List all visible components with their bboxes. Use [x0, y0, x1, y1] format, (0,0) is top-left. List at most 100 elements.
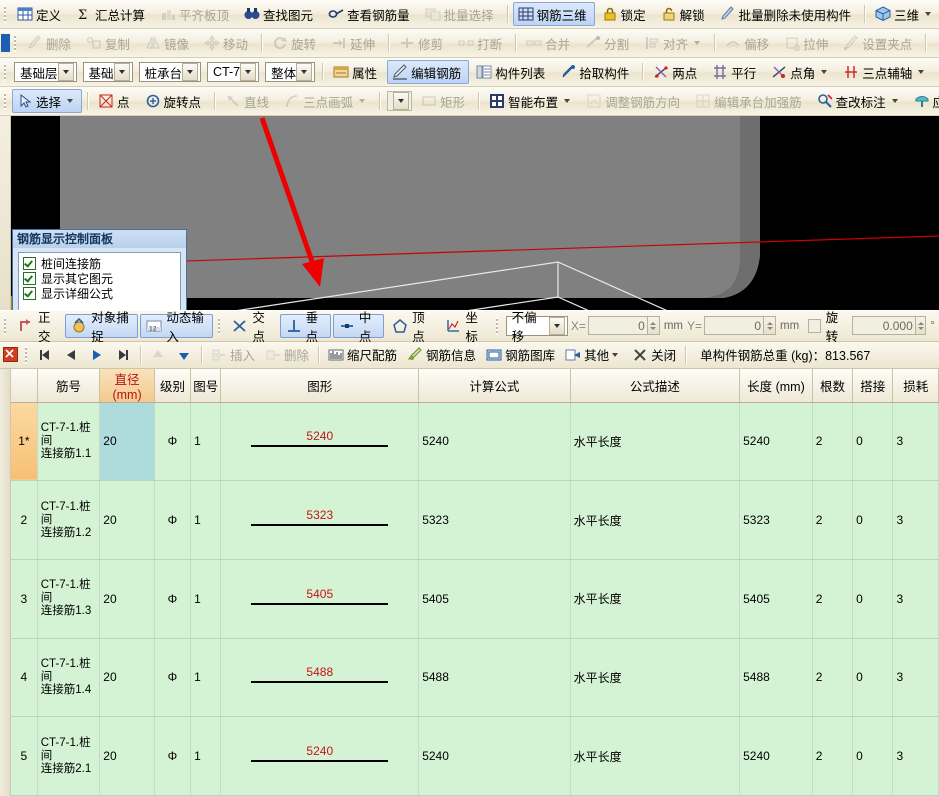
查找图元-button[interactable]: 查找图元 [239, 2, 321, 26]
figure-number-cell[interactable]: 1 [190, 716, 222, 796]
combo-draw-option[interactable] [387, 91, 413, 111]
grade-cell[interactable]: Φ [154, 559, 192, 639]
first-record-icon-button[interactable] [33, 345, 57, 365]
chevron-down-icon[interactable] [57, 63, 74, 81]
lap-cell[interactable]: 0 [852, 559, 894, 639]
toolbar-gripper[interactable] [3, 5, 8, 23]
三维-button[interactable]: 三维 [870, 2, 939, 26]
删-button[interactable]: 删 [935, 60, 939, 84]
其他-button[interactable]: 其他 [561, 345, 626, 365]
next-record-icon-button[interactable] [85, 345, 109, 365]
chevron-down-icon[interactable] [113, 63, 130, 81]
钢筋图库-button[interactable]: 钢筋图库 [482, 345, 559, 365]
combo-component-type[interactable]: 桩承台 [138, 62, 202, 82]
column-header-count[interactable]: 根数 [812, 368, 854, 403]
column-header-grade[interactable]: 级别 [154, 368, 192, 403]
length-cell[interactable]: 5323 [739, 480, 813, 560]
grade-cell[interactable]: Φ [154, 402, 192, 482]
chevron-down-icon[interactable] [296, 63, 313, 81]
两点-button[interactable]: 两点 [648, 60, 705, 84]
shape-cell[interactable]: 5488 [220, 638, 420, 718]
平行-button[interactable]: 平行 [707, 60, 764, 84]
formula-description-cell[interactable]: 水平长度 [570, 480, 741, 560]
toolbar-gripper[interactable] [494, 316, 500, 335]
table-body[interactable]: 1* CT-7-1.桩间 连接筋1.1 20 Φ 1 5240 5240 水平长度 5240 2 0 3… [11, 402, 939, 796]
chevron-down-icon[interactable] [612, 352, 619, 357]
定义-button[interactable]: 定义 [12, 2, 69, 26]
钢筋信息-button[interactable]: 钢筋信息 [403, 345, 480, 365]
snap-toggle-正交[interactable]: 正交 [12, 311, 63, 344]
snap-toggle-中点[interactable]: 中点 [332, 311, 385, 344]
y-offset-stepper[interactable] [764, 316, 777, 335]
figure-number-cell[interactable]: 1 [190, 638, 222, 718]
shape-cell[interactable]: 5405 [220, 559, 420, 639]
combo-level[interactable]: 基础层 [14, 62, 77, 82]
rebar-name-cell[interactable]: CT-7-1.桩间 连接筋1.2 [37, 480, 101, 560]
rebar-name-cell[interactable]: CT-7-1.桩间 连接筋1.3 [37, 559, 101, 639]
column-header-figno[interactable]: 图号 [190, 368, 222, 403]
rebar-display-control-panel[interactable]: 钢筋显示控制面板 桩间连接筋 显示其它图元 显示详细公式 [12, 229, 187, 310]
查看钢筋量-button[interactable]: 查看钢筋量 [323, 2, 418, 26]
chevron-down-icon[interactable] [564, 99, 571, 103]
length-cell[interactable]: 5240 [739, 716, 813, 796]
lap-cell[interactable]: 0 [852, 716, 894, 796]
rebar-name-cell[interactable]: CT-7-1.桩间 连接筋1.1 [37, 402, 101, 482]
formula-cell[interactable]: 5405 [418, 559, 571, 639]
rotate-stepper[interactable] [915, 316, 927, 335]
chevron-down-icon[interactable] [918, 70, 925, 74]
chevron-down-icon[interactable] [240, 63, 257, 81]
chevron-down-icon[interactable] [694, 41, 701, 45]
智能布置-button[interactable]: 智能布置 [484, 89, 579, 113]
panel-option-row[interactable]: 显示详细公式 [19, 286, 180, 301]
diameter-cell[interactable]: 20 [99, 402, 155, 482]
rebar-name-cell[interactable]: CT-7-1.桩间 连接筋2.1 [37, 716, 101, 796]
rotate-input[interactable]: 0.000 [852, 316, 916, 335]
formula-description-cell[interactable]: 水平长度 [570, 559, 741, 639]
解锁-button[interactable]: 解锁 [656, 2, 713, 26]
chevron-down-icon[interactable] [891, 99, 898, 103]
diameter-cell[interactable]: 20 [99, 559, 155, 639]
汇总计算-button[interactable]: Σ 汇总计算 [71, 2, 153, 26]
toolbar-gripper[interactable] [13, 34, 18, 52]
toolbar-gripper[interactable] [3, 63, 8, 81]
close-icon[interactable] [3, 347, 18, 362]
formula-description-cell[interactable]: 水平长度 [570, 638, 741, 718]
批量删除未使用构件-button[interactable]: 批量删除未使用构件 [715, 2, 860, 26]
snap-toggle-顶点[interactable]: 顶点 [386, 311, 437, 344]
figure-number-cell[interactable]: 1 [190, 402, 222, 482]
count-cell[interactable]: 2 [812, 402, 854, 482]
旋转点-button[interactable]: 旋转点 [140, 89, 210, 113]
chevron-down-icon[interactable] [925, 12, 932, 16]
figure-number-cell[interactable]: 1 [190, 480, 222, 560]
checkbox-2[interactable] [23, 272, 36, 285]
y-offset-input[interactable]: 0 [704, 316, 765, 335]
点角-button[interactable]: 点角 [766, 60, 836, 84]
snap-toggle-垂点[interactable]: 垂点 [279, 311, 331, 344]
formula-cell[interactable]: 5323 [418, 480, 571, 560]
grade-cell[interactable]: Φ [154, 638, 192, 718]
缩尺配筋-button[interactable]: 缩尺配筋 [324, 345, 401, 365]
chevron-down-icon[interactable] [67, 99, 74, 103]
toolbar-gripper[interactable] [3, 316, 8, 335]
column-header-loss[interactable]: 损耗 [892, 368, 939, 403]
table-row[interactable]: 3 CT-7-1.桩间 连接筋1.3 20 Φ 1 5405 5405 水平长度 5405 2 0 3 [11, 559, 939, 639]
shape-cell[interactable]: 5240 [220, 716, 420, 796]
snap-toggle-交点[interactable]: 交点 [226, 311, 277, 344]
figure-number-cell[interactable]: 1 [190, 559, 222, 639]
grade-cell[interactable]: Φ [154, 480, 192, 560]
formula-cell[interactable]: 5240 [418, 402, 571, 482]
count-cell[interactable]: 2 [812, 638, 854, 718]
length-cell[interactable]: 5240 [739, 402, 813, 482]
formula-cell[interactable]: 5488 [418, 638, 571, 718]
钢筋三维-button[interactable]: 钢筋三维 [512, 2, 595, 26]
table-row[interactable]: 1* CT-7-1.桩间 连接筋1.1 20 Φ 1 5240 5240 水平长度 5240 2 0 3 [11, 402, 939, 482]
三点辅轴-button[interactable]: 三点辅轴 [838, 60, 933, 84]
loss-cell[interactable]: 3 [892, 559, 939, 639]
column-header-name[interactable]: 筋号 [37, 368, 101, 403]
checkbox-3[interactable] [23, 287, 36, 300]
loss-cell[interactable]: 3 [892, 402, 939, 482]
锁定-button[interactable]: 锁定 [597, 2, 654, 26]
x-offset-stepper[interactable] [647, 316, 660, 335]
formula-description-cell[interactable]: 水平长度 [570, 716, 741, 796]
table-row[interactable]: 2 CT-7-1.桩间 连接筋1.2 20 Φ 1 5323 5323 水平长度 5323 2 0 3 [11, 480, 939, 560]
